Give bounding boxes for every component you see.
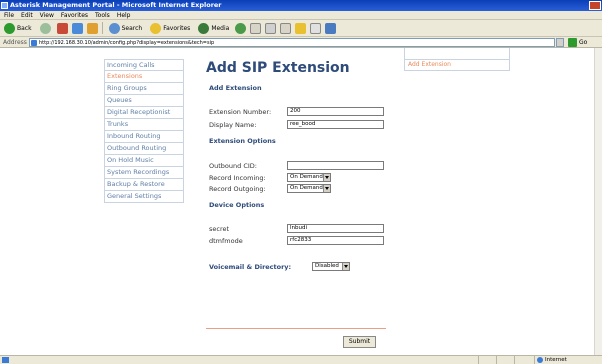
forward-arrow-icon	[39, 22, 51, 34]
window-icon[interactable]	[310, 22, 322, 34]
star-icon	[150, 22, 162, 34]
display-name-label: Display Name:	[209, 121, 257, 129]
refresh-icon[interactable]	[71, 22, 83, 34]
mail-icon[interactable]	[250, 22, 262, 34]
forward-button[interactable]	[38, 21, 53, 35]
go-button[interactable]: Go	[568, 37, 587, 47]
form-divider	[206, 328, 386, 329]
record-outgoing-select[interactable]: On Demand	[287, 184, 331, 193]
menu-help[interactable]: Help	[117, 12, 131, 19]
dtmfmode-label: dtmfmode	[209, 237, 243, 245]
favorites-button[interactable]: Favorites	[148, 21, 192, 35]
page-icon	[31, 39, 37, 46]
secret-input[interactable]: lnbudi	[287, 224, 384, 233]
page-title: Add SIP Extension	[206, 60, 350, 76]
outbound-cid-input[interactable]	[287, 161, 384, 170]
record-outgoing-label: Record Outgoing:	[209, 185, 266, 193]
sidebar-item-extensions[interactable]: Extensions	[104, 71, 184, 83]
record-incoming-label: Record Incoming:	[209, 174, 266, 182]
window-title: Asterisk Management Portal - Microsoft I…	[10, 1, 222, 9]
sidebar-nav: Incoming Calls Extensions Ring Groups Qu…	[104, 59, 184, 203]
back-arrow-icon	[4, 22, 15, 34]
section-device-options: Device Options	[209, 201, 265, 209]
window-titlebar: Asterisk Management Portal - Microsoft I…	[0, 0, 602, 11]
submit-button[interactable]: Submit	[343, 336, 376, 348]
print-icon[interactable]	[265, 22, 277, 34]
search-icon	[108, 22, 120, 34]
form-area: Add SIP Extension Add Extension Extensio…	[206, 59, 386, 359]
media-icon	[198, 22, 210, 34]
go-arrow-icon	[568, 37, 577, 47]
chevron-down-icon	[323, 174, 330, 181]
sidebar-item-queues[interactable]: Queues	[104, 95, 184, 107]
add-extension-link[interactable]: Add Extension	[408, 61, 451, 68]
back-button[interactable]: Back	[2, 21, 34, 35]
status-pane	[496, 356, 514, 364]
sidebar-item-digital-receptionist[interactable]: Digital Receptionist	[104, 107, 184, 119]
sidebar-item-outbound-routing[interactable]: Outbound Routing	[104, 143, 184, 155]
security-zone: Internet	[534, 356, 598, 364]
sidebar-item-system-recordings[interactable]: System Recordings	[104, 167, 184, 179]
browser-toolbar: Back Search Favorites Media	[0, 20, 602, 37]
menu-file[interactable]: File	[4, 12, 14, 19]
toolbar-separator	[101, 22, 103, 34]
record-incoming-select[interactable]: On Demand	[287, 173, 331, 182]
address-input[interactable]: http://192.168.30.10/admin/config.php?di…	[29, 37, 555, 47]
history-icon[interactable]	[235, 22, 247, 34]
menu-bar: File Edit View Favorites Tools Help	[0, 11, 602, 20]
dtmfmode-input[interactable]: rfc2833	[287, 236, 384, 245]
section-add-extension: Add Extension	[209, 84, 262, 92]
menu-edit[interactable]: Edit	[21, 12, 33, 19]
menu-view[interactable]: View	[40, 12, 54, 19]
status-bar: Internet	[0, 355, 602, 364]
right-panel: Add Extension	[404, 59, 510, 71]
outbound-cid-label: Outbound CID:	[209, 162, 257, 170]
voicemail-directory-label: Voicemail & Directory:	[209, 263, 292, 271]
address-label: Address	[3, 38, 27, 46]
chevron-down-icon	[323, 185, 330, 192]
search-button[interactable]: Search	[107, 21, 145, 35]
folder-icon[interactable]	[295, 22, 307, 34]
extension-number-label: Extension Number:	[209, 108, 272, 116]
vertical-scrollbar[interactable]	[594, 48, 602, 355]
chevron-down-icon	[342, 263, 349, 270]
sidebar-item-general-settings[interactable]: General Settings	[104, 191, 184, 203]
ie-icon	[1, 2, 8, 9]
sidebar-item-incoming-calls[interactable]: Incoming Calls	[104, 59, 184, 71]
page-done-icon	[2, 357, 9, 363]
secret-label: secret	[209, 225, 230, 233]
stop-icon[interactable]	[56, 22, 68, 34]
status-pane	[514, 356, 532, 364]
menu-favorites[interactable]: Favorites	[61, 12, 88, 19]
menu-tools[interactable]: Tools	[95, 12, 110, 19]
messenger-icon[interactable]	[325, 22, 337, 34]
close-icon[interactable]	[589, 1, 601, 10]
display-name-input[interactable]: ree_bood	[287, 120, 384, 129]
page-viewport: Incoming Calls Extensions Ring Groups Qu…	[0, 48, 602, 355]
edit-icon[interactable]	[280, 22, 292, 34]
sidebar-item-ring-groups[interactable]: Ring Groups	[104, 83, 184, 95]
voicemail-select[interactable]: Disabled	[312, 262, 350, 271]
media-button[interactable]: Media	[196, 21, 231, 35]
section-extension-options: Extension Options	[209, 137, 276, 145]
sidebar-item-inbound-routing[interactable]: Inbound Routing	[104, 131, 184, 143]
home-icon[interactable]	[86, 22, 98, 34]
sidebar-item-trunks[interactable]: Trunks	[104, 119, 184, 131]
extension-number-input[interactable]: 200	[287, 107, 384, 116]
right-panel-frame	[404, 48, 510, 59]
address-bar: Address http://192.168.30.10/admin/confi…	[0, 37, 602, 48]
status-pane	[478, 356, 496, 364]
sidebar-item-on-hold-music[interactable]: On Hold Music	[104, 155, 184, 167]
sidebar-item-backup-restore[interactable]: Backup & Restore	[104, 179, 184, 191]
globe-icon	[537, 357, 543, 363]
address-dropdown[interactable]	[556, 37, 564, 47]
